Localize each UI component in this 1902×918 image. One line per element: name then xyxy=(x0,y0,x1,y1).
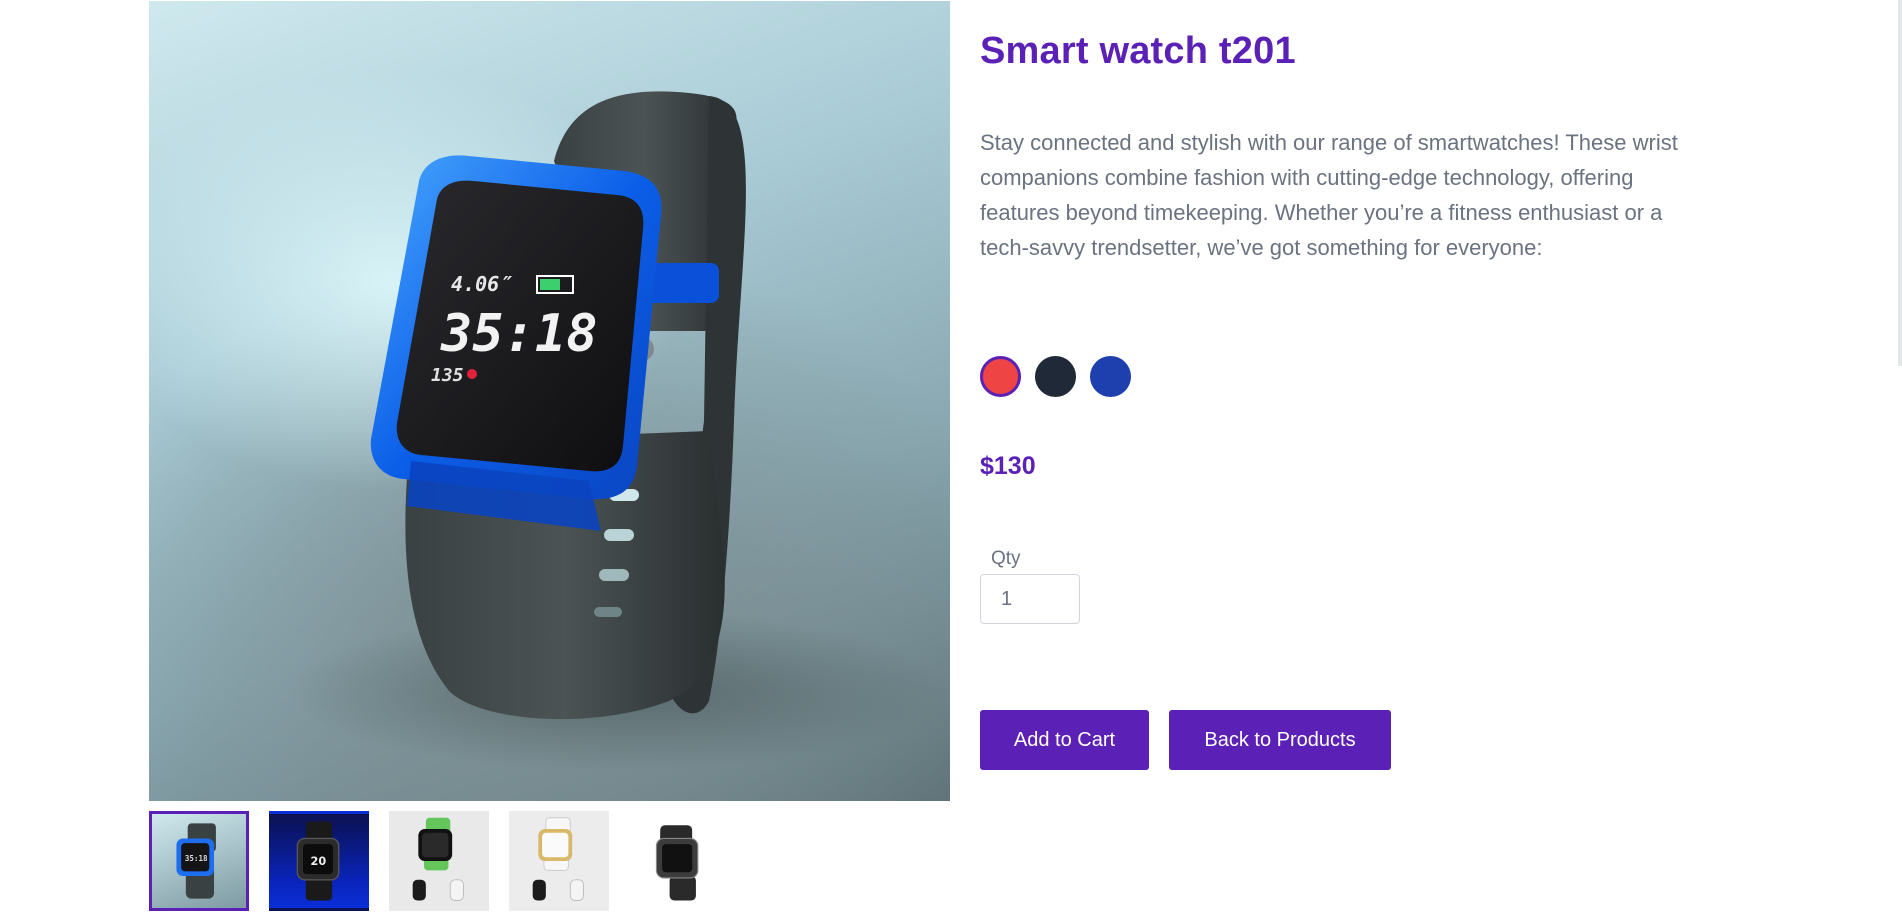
thumbnail-strip: 35:18 20 xyxy=(149,811,729,911)
thumbnail-1-screen-time: 35:18 xyxy=(185,854,208,863)
add-to-cart-button[interactable]: Add to Cart xyxy=(980,710,1149,770)
watch-screen-size: 4.06″ xyxy=(451,272,512,296)
thumbnail-1[interactable]: 35:18 xyxy=(149,811,249,911)
color-swatch-blue[interactable] xyxy=(1090,356,1131,397)
smartwatch-illustration: 4.06″ 35:18 135 xyxy=(289,91,949,771)
white-smartwatch-thumbnail-icon xyxy=(532,817,584,901)
thumbnail-2-screen-text: 20 xyxy=(311,855,327,868)
thumbnail-2[interactable]: 20 xyxy=(269,811,369,911)
color-swatch-red[interactable] xyxy=(980,356,1021,397)
back-to-products-button[interactable]: Back to Products xyxy=(1169,710,1391,770)
main-product-image: 4.06″ 35:18 135 xyxy=(149,1,950,801)
thumbnail-4[interactable] xyxy=(509,811,609,911)
product-gallery: 4.06″ 35:18 135 xyxy=(149,1,950,801)
black-smartwatch-thumbnail-icon xyxy=(655,825,699,901)
color-swatches xyxy=(980,356,1131,397)
color-swatch-navy[interactable] xyxy=(1035,356,1076,397)
thumbnail-5[interactable] xyxy=(629,811,729,911)
blue-smartwatch-thumbnail-icon: 35:18 xyxy=(176,823,216,899)
product-description: Stay connected and stylish with our rang… xyxy=(980,130,1678,260)
dark-smartwatch-thumbnail-icon: 20 xyxy=(296,821,340,901)
product-price: $130 xyxy=(980,452,1036,480)
quantity-input[interactable] xyxy=(980,574,1080,624)
quantity-label: Qty xyxy=(991,548,1021,569)
scrollbar[interactable] xyxy=(1898,0,1902,366)
green-smartwatch-thumbnail-icon xyxy=(412,817,464,901)
product-title: Smart watch t201 xyxy=(980,30,1296,72)
watch-screen-time: 35:18 xyxy=(440,304,598,364)
thumbnail-3[interactable] xyxy=(389,811,489,911)
watch-screen-heart-rate: 135 xyxy=(431,365,464,386)
